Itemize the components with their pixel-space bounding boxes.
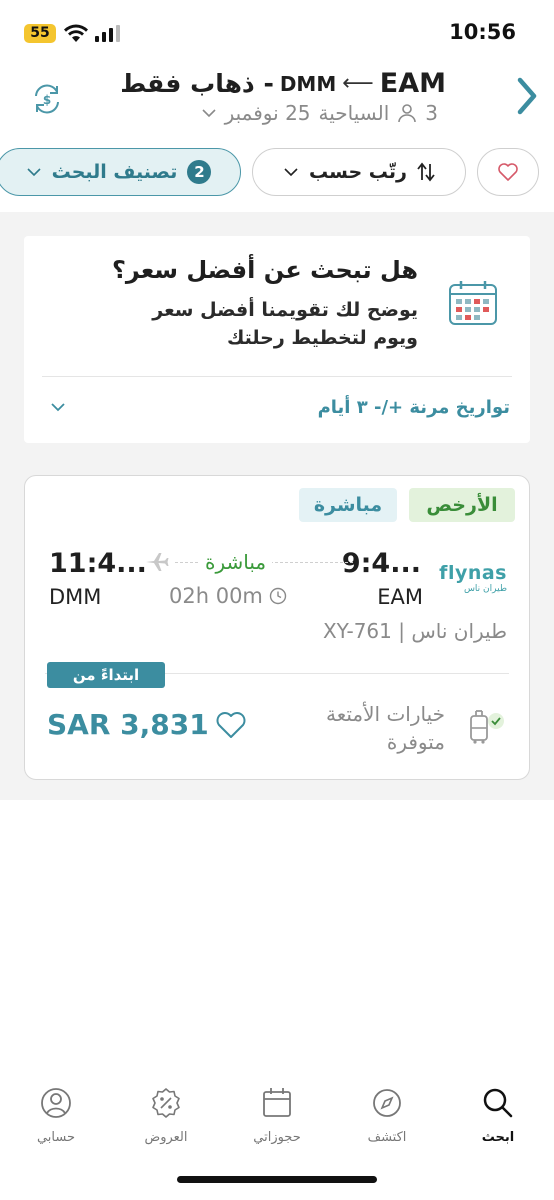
cellular-signal-icon	[95, 25, 120, 42]
chevron-down-icon	[27, 168, 41, 177]
svg-text:$: $	[43, 93, 51, 107]
status-time: 10:56	[449, 20, 516, 44]
tab-label: ابحث	[481, 1130, 515, 1145]
heart-icon[interactable]	[215, 710, 247, 740]
promo-description: يوضح لك تقويمنا أفضل سعر ويوم لتخطيط رحل…	[152, 299, 418, 349]
cabin-class: السياحية	[318, 101, 390, 125]
sort-arrows-icon	[417, 162, 435, 182]
flight-price: SAR 3,831	[47, 708, 209, 741]
direct-tag: مباشرة	[299, 488, 397, 522]
discount-icon	[152, 1088, 180, 1118]
calendar-icon	[263, 1088, 291, 1117]
baggage-options: خيارات الأمتعة متوفرة	[326, 702, 445, 754]
departure-time: 9:4...	[341, 548, 421, 579]
stops-label: مباشرة	[199, 550, 273, 574]
chevron-down-icon[interactable]	[50, 402, 66, 412]
user-icon	[41, 1088, 71, 1118]
starting-from-tag: ابتداءً من	[47, 662, 165, 688]
passenger-icon	[398, 104, 417, 123]
airline-logo-ar: طيران ناس	[463, 584, 507, 594]
heart-icon	[498, 163, 518, 181]
classify-search-button[interactable]: 2 تصنيف البحث	[0, 148, 241, 196]
battery-indicator: 55	[24, 24, 56, 43]
departure-airport: EAM	[377, 585, 423, 609]
classify-label: تصنيف البحث	[51, 161, 178, 183]
promo-title: هل تبحث عن أفضل سعر؟	[112, 256, 418, 284]
tab-offers[interactable]: العروض	[126, 1086, 206, 1145]
route-arrow-icon: ⟵	[342, 71, 374, 96]
search-icon	[483, 1088, 513, 1118]
tab-label: العروض	[144, 1130, 188, 1145]
arrival-time: 11:4...	[49, 548, 147, 579]
tab-label: حسابي	[36, 1130, 76, 1145]
promo-divider	[42, 376, 512, 377]
favorites-button[interactable]	[477, 148, 539, 196]
passenger-count: 3	[425, 101, 438, 125]
airline-logo: flynas طيران ناس	[439, 562, 507, 594]
tab-label: اكتشف	[367, 1130, 407, 1145]
price-calendar-icon	[449, 281, 497, 325]
origin-code: EAM	[379, 68, 446, 99]
search-summary[interactable]: 3 السياحية 25 نوفمبر	[201, 101, 438, 125]
chevron-down-icon	[202, 109, 216, 118]
trip-type: - ذهاب فقط	[120, 69, 274, 98]
tab-account[interactable]: حسابي	[16, 1086, 96, 1145]
tab-label: حجوزاتي	[253, 1130, 301, 1145]
status-bar: 55 10:56	[0, 0, 554, 64]
travel-date: 25 نوفمبر	[224, 101, 311, 125]
sort-label: رتّب حسب	[309, 161, 407, 183]
destination-code: DMM	[279, 71, 337, 96]
home-indicator	[177, 1176, 377, 1183]
plane-icon	[146, 553, 169, 571]
results-lower-background	[0, 800, 554, 1080]
duration-value: 02h 00m	[169, 584, 263, 608]
tab-explore[interactable]: اكتشف	[347, 1086, 427, 1145]
flexible-dates-toggle[interactable]: تواريخ مرنة +/- ٣ أيام	[318, 397, 510, 418]
flight-number: طيران ناس | XY-761	[322, 619, 507, 643]
price-calendar-card[interactable]: هل تبحث عن أفضل سعر؟ يوضح لك تقويمنا أفض…	[24, 236, 530, 443]
classify-count-badge: 2	[187, 160, 212, 184]
back-chevron-icon[interactable]	[514, 76, 540, 116]
compass-icon	[373, 1089, 401, 1117]
tab-search[interactable]: ابحث	[458, 1086, 538, 1145]
chevron-down-icon	[284, 168, 298, 177]
flight-result-card[interactable]: الأرخص مباشرة flynas طيران ناس 9:4... EA…	[24, 475, 530, 780]
wifi-icon	[64, 24, 88, 42]
currency-switch-icon[interactable]: $	[30, 82, 64, 116]
cheapest-tag: الأرخص	[409, 488, 515, 522]
flight-duration: 02h 00m	[169, 584, 287, 608]
route-title[interactable]: EAM ⟵ DMM - ذهاب فقط	[120, 68, 446, 99]
luggage-icon	[470, 710, 504, 744]
airline-logo-en: flynas	[439, 562, 507, 584]
clock-icon	[269, 587, 287, 605]
tab-bookings[interactable]: حجوزاتي	[237, 1086, 317, 1145]
sort-button[interactable]: رتّب حسب	[252, 148, 466, 196]
arrival-airport: DMM	[49, 585, 102, 609]
